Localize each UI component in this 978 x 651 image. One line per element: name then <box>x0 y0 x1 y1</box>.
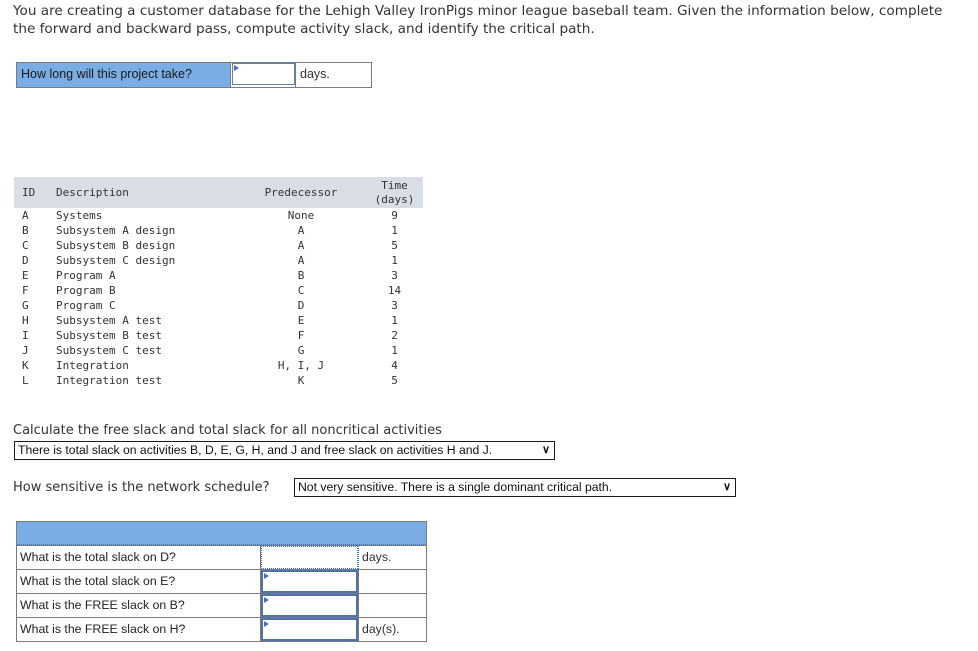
chevron-down-icon: ∨ <box>722 481 731 493</box>
activity-row: B Subsystem A design A 1 <box>14 223 423 238</box>
activity-time: 2 <box>391 329 398 342</box>
chevron-down-icon: ∨ <box>541 444 550 456</box>
activity-table-header: ID Description Predecessor Time (days) <box>14 177 423 208</box>
activity-id: L <box>22 374 29 387</box>
activity-id: D <box>22 254 29 267</box>
sensitivity-answer-select[interactable]: Not very sensitive. There is a single do… <box>294 478 736 497</box>
project-duration-unit: days. <box>295 63 371 87</box>
activity-predecessor: F <box>297 329 305 342</box>
header-description: Description <box>56 177 236 208</box>
activity-time: 1 <box>391 314 398 327</box>
slack-row: What is the FREE slack on B? <box>17 593 426 617</box>
activity-time: 5 <box>391 239 398 252</box>
problem-statement: You are creating a customer database for… <box>13 3 943 37</box>
activity-description: Integration <box>56 359 129 372</box>
activity-id: A <box>22 209 29 222</box>
activity-description: Subsystem C design <box>56 254 176 267</box>
activity-time: 14 <box>387 284 402 297</box>
activity-id: C <box>22 239 29 252</box>
slack-unit <box>358 570 426 593</box>
activity-row: F Program B C 14 <box>14 283 423 298</box>
activity-row: J Subsystem C test G 1 <box>14 343 423 358</box>
activity-description: Subsystem B test <box>56 329 162 342</box>
activity-description: Program B <box>56 284 116 297</box>
activity-time: 1 <box>391 344 398 357</box>
activity-predecessor: C <box>297 284 305 297</box>
activity-row: D Subsystem C design A 1 <box>14 253 423 268</box>
activity-predecessor: K <box>297 374 305 387</box>
activity-predecessor: D <box>297 299 305 312</box>
activity-time: 4 <box>391 359 398 372</box>
activity-description: Subsystem B design <box>56 239 176 252</box>
slack-unit <box>358 594 426 617</box>
activity-time: 1 <box>391 224 398 237</box>
activity-id: E <box>22 269 29 282</box>
activity-time: 5 <box>391 374 398 387</box>
activity-description: Subsystem A design <box>56 224 176 237</box>
activity-row: G Program C D 3 <box>14 298 423 313</box>
activity-predecessor: None <box>287 209 315 222</box>
slack-row: What is the FREE slack on H? day(s). <box>17 617 426 641</box>
activity-predecessor: H, I, J <box>277 359 325 372</box>
slack-grid-header <box>17 522 426 545</box>
activity-id: K <box>22 359 29 372</box>
activity-row: K Integration H, I, J 4 <box>14 358 423 373</box>
header-time: Time (days) <box>366 177 423 208</box>
activity-description: Subsystem A test <box>56 314 162 327</box>
sensitivity-question-label: How sensitive is the network schedule? <box>13 480 270 495</box>
total-slack-e-input[interactable] <box>261 570 358 593</box>
activity-row: A Systems None 9 <box>14 208 423 223</box>
project-duration-input[interactable] <box>232 63 295 85</box>
activity-time: 3 <box>391 269 398 282</box>
activity-time: 1 <box>391 254 398 267</box>
activity-time: 9 <box>391 209 398 222</box>
header-id: ID <box>14 177 56 208</box>
activity-id: H <box>22 314 29 327</box>
activity-predecessor: E <box>297 314 305 327</box>
slack-question-label: Calculate the free slack and total slack… <box>13 423 442 438</box>
activity-id: F <box>22 284 29 297</box>
activity-predecessor: B <box>297 269 305 282</box>
activity-predecessor: G <box>297 344 305 357</box>
activity-predecessor: A <box>297 239 305 252</box>
activity-description: Program A <box>56 269 116 282</box>
project-duration-question: How long will this project take? days. <box>16 62 372 88</box>
activity-row: E Program A B 3 <box>14 268 423 283</box>
slack-question: What is the FREE slack on H? <box>17 618 261 641</box>
slack-unit: days. <box>358 546 426 569</box>
activity-id: I <box>22 329 29 342</box>
slack-answer-grid: What is the total slack on D? days. What… <box>16 521 427 642</box>
activity-description: Integration test <box>56 374 162 387</box>
activity-id: G <box>22 299 29 312</box>
activity-description: Program C <box>56 299 116 312</box>
slack-question: What is the total slack on E? <box>17 570 261 593</box>
activity-row: L Integration test K 5 <box>14 373 423 388</box>
free-slack-h-input[interactable] <box>261 618 358 641</box>
activity-row: C Subsystem B design A 5 <box>14 238 423 253</box>
activity-id: B <box>22 224 29 237</box>
slack-unit: day(s). <box>358 618 426 641</box>
project-duration-label: How long will this project take? <box>17 63 231 87</box>
activity-row: I Subsystem B test F 2 <box>14 328 423 343</box>
activity-table: ID Description Predecessor Time (days) AS… <box>14 177 423 388</box>
slack-question: What is the FREE slack on B? <box>17 594 261 617</box>
slack-row: What is the total slack on D? days. <box>17 545 426 569</box>
activity-row: H Subsystem A test E 1 <box>14 313 423 328</box>
slack-row: What is the total slack on E? <box>17 569 426 593</box>
activity-predecessor: A <box>297 254 305 267</box>
total-slack-d-input[interactable] <box>261 546 358 569</box>
header-predecessor: Predecessor <box>236 177 366 208</box>
slack-question: What is the total slack on D? <box>17 546 261 569</box>
activity-description: Subsystem C test <box>56 344 162 357</box>
activity-description: Systems <box>56 209 103 222</box>
activity-predecessor: A <box>297 224 305 237</box>
slack-answer-select[interactable]: There is total slack on activities B, D,… <box>14 441 555 460</box>
activity-time: 3 <box>391 299 398 312</box>
free-slack-b-input[interactable] <box>261 594 358 617</box>
activity-id: J <box>22 344 29 357</box>
